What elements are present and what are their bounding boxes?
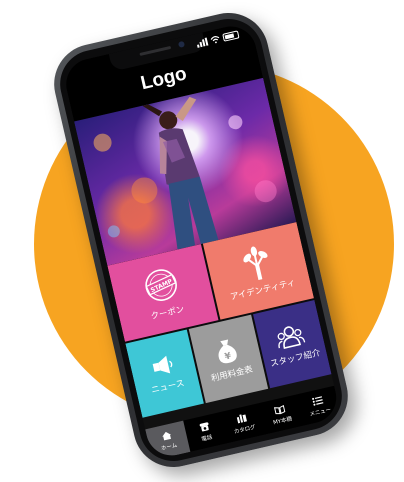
menu-icon bbox=[312, 396, 324, 406]
battery-icon bbox=[222, 30, 240, 42]
nav-label-catalog: カタログ bbox=[233, 424, 257, 436]
book-icon bbox=[274, 404, 286, 415]
nav-label-phone: 電話 bbox=[201, 434, 214, 443]
stage: Logo STAMP クーポン アイデンティティ ニュース ¥ 利用料金表 スタ… bbox=[0, 0, 404, 482]
nav-item-menu[interactable]: メニュー bbox=[296, 386, 341, 426]
logo[interactable]: Logo bbox=[139, 63, 189, 95]
front-camera bbox=[177, 40, 186, 48]
wifi-icon bbox=[210, 36, 220, 44]
tree-icon bbox=[243, 246, 268, 281]
megaphone-icon bbox=[152, 355, 173, 374]
nav-label-home: ホーム bbox=[160, 442, 178, 453]
stamp-icon: STAMP bbox=[145, 269, 177, 301]
home-icon bbox=[162, 431, 171, 441]
identity-label: アイデンティティ bbox=[229, 278, 297, 303]
catalog-icon bbox=[237, 414, 248, 424]
speaker-grille bbox=[139, 45, 172, 56]
nav-label-menu: メニュー bbox=[309, 407, 332, 418]
news-label: ニュース bbox=[150, 378, 186, 396]
staff-label: スタッフ紹介 bbox=[269, 348, 322, 370]
signal-icon bbox=[196, 37, 209, 48]
money-bag-icon: ¥ bbox=[218, 339, 237, 364]
phone-icon bbox=[199, 422, 209, 432]
group-icon bbox=[277, 326, 306, 349]
fees-label: 利用料金表 bbox=[210, 364, 254, 385]
phone-mockup: Logo STAMP クーポン アイデンティティ ニュース ¥ 利用料金表 スタ… bbox=[46, 5, 356, 475]
coupon-label: クーポン bbox=[149, 304, 186, 323]
nav-label-bookshelf: MY本棚 bbox=[272, 416, 293, 427]
